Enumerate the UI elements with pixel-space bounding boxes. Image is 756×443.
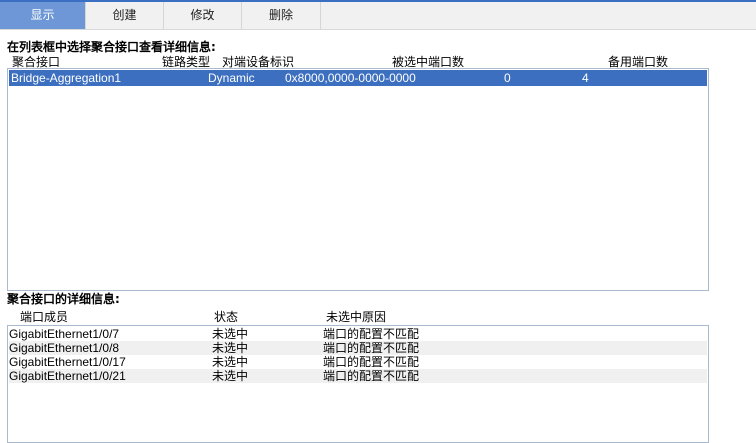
member-cell: GigabitEthernet1/0/7	[9, 327, 120, 341]
list-item[interactable]: GigabitEthernet1/0/7 未选中 端口的配置不匹配	[9, 327, 707, 341]
member-cell: GigabitEthernet1/0/17	[9, 355, 126, 369]
table-row[interactable]: Bridge-Aggregation1 Dynamic 0x8000,0000-…	[9, 70, 707, 86]
tab-modify[interactable]: 修改	[164, 2, 242, 29]
reason-cell: 端口的配置不匹配	[323, 327, 420, 341]
list-item[interactable]: GigabitEthernet1/0/21 未选中 端口的配置不匹配	[9, 369, 707, 383]
standby-ports-cell: 4	[582, 71, 589, 85]
tab-bar: 显示 创建 修改 删除	[0, 2, 756, 30]
detail-section-title: 聚合接口的详细信息:	[7, 292, 120, 306]
tab-display[interactable]: 显示	[0, 2, 86, 29]
member-cell: GigabitEthernet1/0/21	[9, 369, 126, 383]
member-cell: GigabitEthernet1/0/8	[9, 341, 120, 355]
link-type-cell: Dynamic	[208, 71, 255, 85]
status-cell: 未选中	[212, 341, 249, 355]
status-cell: 未选中	[212, 355, 249, 369]
aggregation-listbox[interactable]: Bridge-Aggregation1 Dynamic 0x8000,0000-…	[7, 68, 709, 291]
status-cell: 未选中	[212, 369, 249, 383]
reason-cell: 端口的配置不匹配	[323, 369, 420, 383]
col-header-reason[interactable]: 未选中原因	[326, 308, 386, 325]
tab-create[interactable]: 创建	[86, 2, 164, 29]
interface-cell: Bridge-Aggregation1	[11, 71, 122, 85]
tab-delete[interactable]: 删除	[242, 2, 321, 29]
col-header-member[interactable]: 端口成员	[20, 308, 68, 325]
reason-cell: 端口的配置不匹配	[323, 355, 420, 369]
peer-id-cell: 0x8000,0000-0000-0000	[285, 71, 416, 85]
member-listbox[interactable]: GigabitEthernet1/0/7 未选中 端口的配置不匹配 Gigabi…	[7, 325, 709, 443]
list-item[interactable]: GigabitEthernet1/0/8 未选中 端口的配置不匹配	[9, 341, 707, 355]
list-item[interactable]: GigabitEthernet1/0/17 未选中 端口的配置不匹配	[9, 355, 707, 369]
col-header-status[interactable]: 状态	[214, 308, 238, 325]
reason-cell: 端口的配置不匹配	[323, 341, 420, 355]
selected-ports-cell: 0	[504, 71, 511, 85]
status-cell: 未选中	[212, 327, 249, 341]
